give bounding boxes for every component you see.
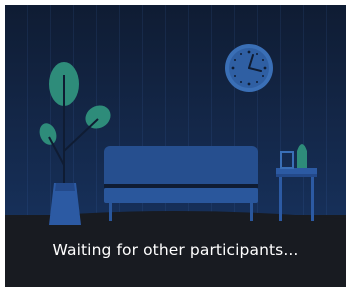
waiting-status-message: Waiting for other participants... xyxy=(52,241,299,259)
wall-clock-icon xyxy=(225,44,273,92)
potted-plant-icon xyxy=(39,62,111,225)
waiting-room-video-tile: Waiting for other participants... xyxy=(5,5,346,287)
sofa-icon xyxy=(104,146,258,221)
side-table-icon xyxy=(276,144,317,221)
